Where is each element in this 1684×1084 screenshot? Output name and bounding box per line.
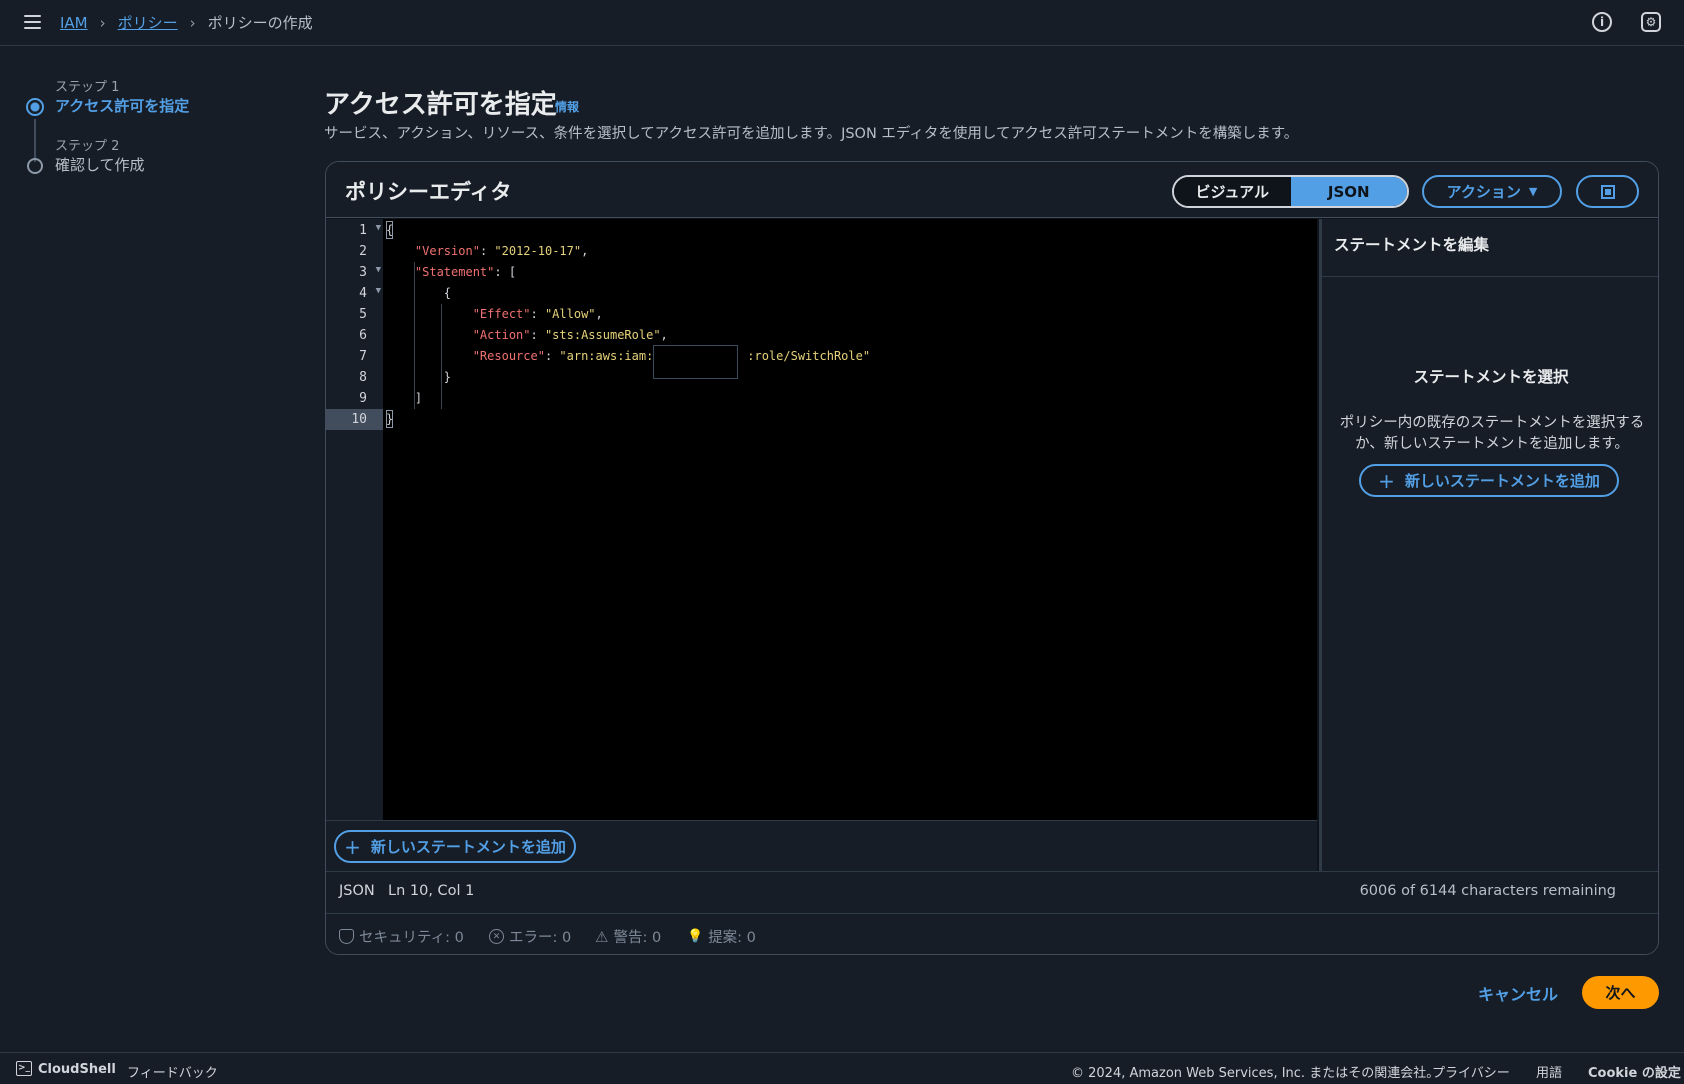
- statement-panel-title: ステートメントを編集: [1334, 236, 1490, 254]
- json-mode-button[interactable]: JSON: [1290, 177, 1407, 206]
- code-line: "Version": "2012-10-17",: [414, 244, 589, 258]
- privacy-link[interactable]: プライバシー: [1432, 1062, 1510, 1081]
- top-navigation-bar: IAM › ポリシー › ポリシーの作成 i ⚙: [0, 0, 1684, 46]
- indent-guide: [441, 304, 442, 409]
- policy-editor-header: ポリシーエディタ ビジュアル JSON アクション ▼: [326, 162, 1658, 218]
- redacted-account-id: [653, 345, 738, 379]
- lightbulb-icon: 💡: [687, 929, 704, 944]
- terms-link[interactable]: 用語: [1536, 1062, 1562, 1081]
- add-statement-bar: + 新しいステートメントを追加: [326, 820, 1317, 871]
- statement-panel-header: ステートメントを編集: [1322, 219, 1658, 277]
- statement-edit-panel: ステートメントを編集 ステートメントを選択 ポリシー内の既存のステートメントを選…: [1319, 219, 1658, 871]
- suggestion-findings[interactable]: 💡 提案: 0: [687, 926, 756, 947]
- line-number: 4 ▼: [359, 286, 381, 301]
- cloudshell-icon[interactable]: >_: [16, 1061, 32, 1076]
- error-findings[interactable]: ✕ エラー: 0: [489, 926, 571, 947]
- breadcrumb-policies[interactable]: ポリシー: [118, 12, 178, 33]
- line-number: 10: [326, 409, 383, 430]
- select-statement-title: ステートメントを選択: [1413, 368, 1569, 386]
- policy-editor: ポリシーエディタ ビジュアル JSON アクション ▼ 1 ▼ 2 3 ▼ 4 ▼ 5 6 7 8 9…: [325, 161, 1659, 955]
- cookie-settings-link[interactable]: Cookie の設定: [1588, 1062, 1681, 1081]
- chevron-right-icon: ›: [189, 13, 196, 32]
- plus-icon: +: [344, 834, 361, 859]
- step-1-title[interactable]: アクセス許可を指定: [55, 95, 189, 116]
- code-line: {: [386, 286, 452, 300]
- suggestion-count: 提案: 0: [708, 930, 756, 946]
- line-number: 6: [359, 328, 367, 343]
- warning-findings[interactable]: ⚠ 警告: 0: [595, 926, 661, 947]
- line-number: 5: [359, 307, 367, 322]
- panel-icon: [1600, 184, 1615, 199]
- code-line: "Statement": [: [414, 265, 517, 279]
- security-findings[interactable]: セキュリティ: 0: [339, 926, 464, 947]
- code-line: "Effect": "Allow",: [472, 307, 603, 321]
- step-2-title: 確認して作成: [55, 156, 145, 174]
- shield-icon: [339, 929, 354, 944]
- add-statement-label: 新しいステートメントを追加: [370, 838, 566, 856]
- error-count: エラー: 0: [509, 930, 572, 946]
- footer: >_ CloudShell フィードバック © 2024, Amazon Web…: [0, 1052, 1684, 1084]
- step-1-label: ステップ 1: [55, 80, 120, 95]
- panel-add-statement-label: 新しいステートメントを追加: [1404, 472, 1600, 490]
- chevron-right-icon: ›: [99, 13, 106, 32]
- fold-toggle-icon[interactable]: ▼: [376, 265, 381, 275]
- select-statement-description: ポリシー内の既存のステートメントを選択するか、新しいステートメントを追加します。: [1339, 415, 1645, 452]
- code-line: ]: [386, 391, 423, 405]
- add-statement-button[interactable]: + 新しいステートメントを追加: [334, 830, 576, 863]
- security-count: セキュリティ: 0: [359, 930, 464, 946]
- next-button[interactable]: 次へ: [1582, 976, 1659, 1009]
- settings-icon[interactable]: ⚙: [1641, 12, 1661, 32]
- page-description: サービス、アクション、リソース、条件を選択してアクセス許可を追加します。JSON…: [324, 126, 1299, 142]
- bracket-match-highlight: [386, 221, 393, 239]
- warning-triangle-icon: ⚠: [595, 927, 609, 946]
- hamburger-menu-icon[interactable]: [24, 15, 41, 29]
- plus-icon: +: [1378, 468, 1395, 493]
- fold-toggle-icon[interactable]: ▼: [376, 223, 381, 233]
- policy-editor-title: ポリシーエディタ: [345, 180, 512, 204]
- breadcrumb: IAM › ポリシー › ポリシーの作成: [60, 12, 313, 33]
- status-characters-remaining: 6006 of 6144 characters remaining: [1359, 883, 1616, 899]
- line-number-gutter: 1 ▼ 2 3 ▼ 4 ▼ 5 6 7 8 9 10: [326, 219, 383, 820]
- copyright-text: © 2024, Amazon Web Services, Inc. またはその関…: [1071, 1066, 1440, 1081]
- info-link[interactable]: 情報: [555, 98, 579, 115]
- breadcrumb-iam[interactable]: IAM: [60, 14, 88, 32]
- json-code-editor[interactable]: 1 ▼ 2 3 ▼ 4 ▼ 5 6 7 8 9 10 { "Version": "2012-10-17"…: [326, 219, 1317, 820]
- cancel-button[interactable]: キャンセル: [1478, 981, 1558, 1005]
- step-2-label: ステップ 2: [55, 139, 120, 154]
- line-number: 7: [359, 349, 367, 364]
- line-number: 1 ▼: [359, 223, 381, 238]
- line-number: 2: [359, 244, 367, 259]
- indent-guide: [414, 262, 415, 409]
- warning-count: 警告: 0: [613, 930, 662, 946]
- feedback-link[interactable]: フィードバック: [127, 1062, 218, 1081]
- fold-toggle-icon[interactable]: ▼: [376, 286, 381, 296]
- info-icon[interactable]: i: [1592, 12, 1612, 32]
- status-format: JSON: [339, 883, 375, 899]
- bracket-match-highlight: [386, 410, 393, 428]
- editor-mode-toggle: ビジュアル JSON: [1172, 175, 1409, 208]
- validation-summary: セキュリティ: 0 ✕ エラー: 0 ⚠ 警告: 0 💡 提案: 0: [326, 913, 1658, 954]
- editor-status-bar: JSON Ln 10, Col 1 6006 of 6144 character…: [326, 871, 1658, 913]
- breadcrumb-current: ポリシーの作成: [207, 14, 313, 32]
- step-connector: [34, 119, 36, 162]
- line-number: 9: [359, 391, 367, 406]
- step-2-inactive-icon: [27, 158, 43, 174]
- code-line: "Resource": "arn:aws:iam:: :role/SwitchR…: [472, 349, 871, 363]
- caret-down-icon: ▼: [1528, 185, 1538, 198]
- panel-add-statement-button[interactable]: + 新しいステートメントを追加: [1359, 464, 1619, 497]
- actions-dropdown-button[interactable]: アクション ▼: [1422, 175, 1562, 208]
- page-title: アクセス許可を指定: [324, 90, 557, 120]
- status-cursor-position: Ln 10, Col 1: [388, 883, 475, 899]
- cloudshell-link[interactable]: CloudShell: [38, 1062, 116, 1077]
- toggle-panel-button[interactable]: [1576, 175, 1639, 208]
- line-number: 8: [359, 370, 367, 385]
- actions-label: アクション: [1446, 183, 1521, 201]
- step-1-active-icon: [26, 98, 44, 116]
- visual-mode-button[interactable]: ビジュアル: [1174, 177, 1291, 206]
- error-x-icon: ✕: [489, 929, 504, 944]
- code-line: "Action": "sts:AssumeRole",: [472, 328, 668, 342]
- line-number: 3 ▼: [359, 265, 381, 280]
